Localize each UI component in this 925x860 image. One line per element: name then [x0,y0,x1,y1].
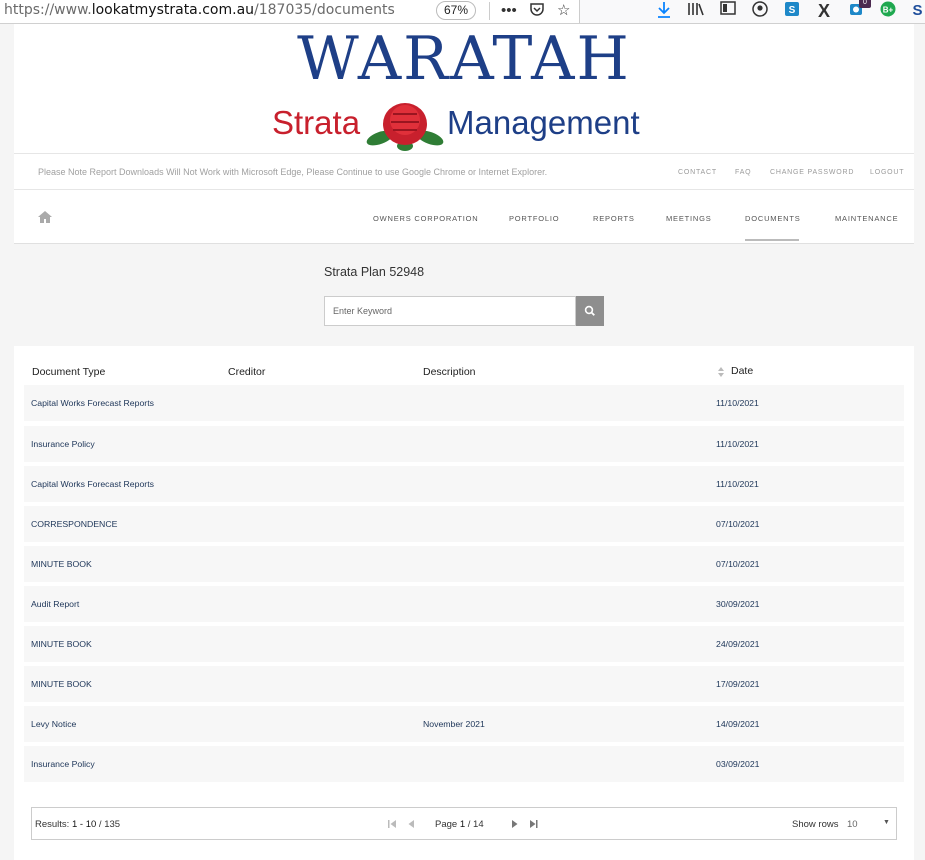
page: WARATAH Strata Management Please Note Re… [14,24,914,860]
svg-text:B+: B+ [883,6,894,15]
last-page-icon[interactable] [529,819,538,829]
nav-meetings[interactable]: MEETINGS [666,214,712,223]
show-rows-label: Show rows [792,819,839,830]
previous-page-icon[interactable] [407,819,416,829]
search-button[interactable] [576,296,604,326]
home-icon[interactable] [38,211,52,223]
keyword-search-input[interactable] [324,296,576,326]
table-row[interactable]: Capital Works Forecast Reports 11/10/202… [24,385,904,421]
cell-date: 30/09/2021 [716,599,760,609]
faq-link[interactable]: FAQ [735,169,751,176]
bookmark-star-icon[interactable]: ☆ [557,1,570,21]
table-row[interactable]: Levy Notice November 2021 14/09/2021 [24,706,904,742]
cell-date: 11/10/2021 [716,439,759,449]
strata-plan-title: Strata Plan 52948 [324,265,425,279]
nav-maintenance[interactable]: MAINTENANCE [835,214,898,223]
main-nav: OWNERS CORPORATION PORTFOLIO REPORTS MEE… [14,191,914,244]
url-text: https://www.lookatmystrata.com.au/187035… [4,2,395,18]
contact-link[interactable]: CONTACT [678,169,717,176]
search-section: Strata Plan 52948 [14,244,914,346]
url-bar[interactable]: https://www.lookatmystrata.com.au/187035… [0,0,580,23]
table-row[interactable]: Audit Report 30/09/2021 [24,586,904,622]
table-row[interactable]: MINUTE BOOK 24/09/2021 [24,626,904,662]
table-row[interactable]: CORRESPONDENCE 07/10/2021 [24,506,904,542]
skype-extension-icon[interactable]: S [782,1,802,21]
cell-document-type[interactable]: Levy Notice [31,719,76,729]
cell-document-type[interactable]: MINUTE BOOK [31,679,92,689]
cell-date: 17/09/2021 [716,679,760,689]
notification-badge: 0 [859,0,871,8]
logo-title: WARATAH [297,24,631,94]
site-header: WARATAH Strata Management Please Note Re… [14,24,914,244]
s-extension-icon[interactable]: S [910,1,925,21]
pocket-icon[interactable] [529,1,545,23]
cell-document-type[interactable]: Insurance Policy [31,439,95,449]
nav-documents[interactable]: DOCUMENTS [745,214,801,223]
download-icon[interactable] [654,1,674,21]
page-actions-icon[interactable]: ••• [501,1,517,21]
cell-document-type[interactable]: CORRESPONDENCE [31,519,117,529]
cell-description: November 2021 [423,719,485,729]
nav-reports[interactable]: REPORTS [593,214,635,223]
cell-document-type[interactable]: MINUTE BOOK [31,639,92,649]
table-row[interactable]: Insurance Policy 03/09/2021 [24,746,904,782]
waratah-flower-icon [366,103,444,151]
cell-date: 14/09/2021 [716,719,760,729]
notice-bar: Please Note Report Downloads Will Not Wo… [14,153,914,190]
library-icon[interactable] [686,1,706,21]
cell-date: 11/10/2021 [716,479,759,489]
chevron-down-icon[interactable]: ▼ [883,819,890,826]
change-password-link[interactable]: CHANGE PASSWORD [770,169,854,176]
pagination-bar: Results: 1 - 10 / 135 Page 1 / 14 Show r… [31,807,897,840]
col-description[interactable]: Description [423,366,476,378]
account-icon[interactable] [750,1,770,21]
table-row[interactable]: Capital Works Forecast Reports 11/10/202… [24,466,904,502]
svg-text:S: S [789,5,796,16]
col-creditor[interactable]: Creditor [228,366,265,378]
cell-document-type[interactable]: Capital Works Forecast Reports [31,398,154,408]
cell-document-type[interactable]: MINUTE BOOK [31,559,92,569]
zoom-level-button[interactable]: 67% [436,1,476,20]
sidebar-icon[interactable] [718,1,738,21]
search-icon [584,305,595,316]
nav-owners-corporation[interactable]: OWNERS CORPORATION [373,214,479,223]
logo-strata-word: Strata [272,104,361,141]
table-row[interactable]: MINUTE BOOK 07/10/2021 [24,546,904,582]
next-page-icon[interactable] [510,819,519,829]
browser-notice: Please Note Report Downloads Will Not Wo… [38,167,548,177]
first-page-icon[interactable] [388,819,397,829]
table-row[interactable]: Insurance Policy 11/10/2021 [24,426,904,462]
rows-per-page-select[interactable]: 10 [847,819,858,830]
url-separator [489,2,490,20]
cell-date: 03/09/2021 [716,759,760,769]
sort-icon[interactable] [718,367,724,377]
nav-portfolio[interactable]: PORTFOLIO [509,214,559,223]
cell-date: 07/10/2021 [716,519,760,529]
logo-management-word: Management [447,104,640,141]
cell-document-type[interactable]: Capital Works Forecast Reports [31,479,154,489]
results-summary: Results: 1 - 10 / 135 [35,819,121,830]
page-indicator: Page 1 / 14 [435,819,484,830]
documents-table: Document Type Creditor Description Date … [14,346,914,860]
grammarly-extension-icon[interactable]: B+ [878,1,898,21]
table-row[interactable]: MINUTE BOOK 17/09/2021 [24,666,904,702]
logout-link[interactable]: LOGOUT [870,169,904,176]
cell-document-type[interactable]: Audit Report [31,599,79,609]
cell-date: 07/10/2021 [716,559,760,569]
col-date[interactable]: Date [731,365,753,377]
x-extension-icon[interactable]: X [814,1,834,21]
nav-active-indicator [745,239,799,241]
cell-date: 24/09/2021 [716,639,760,649]
browser-toolbar: https://www.lookatmystrata.com.au/187035… [0,0,925,24]
cell-date: 11/10/2021 [716,398,759,408]
cell-document-type[interactable]: Insurance Policy [31,759,95,769]
waratah-logo[interactable]: WARATAH Strata Management [270,26,658,152]
col-document-type[interactable]: Document Type [32,366,105,378]
